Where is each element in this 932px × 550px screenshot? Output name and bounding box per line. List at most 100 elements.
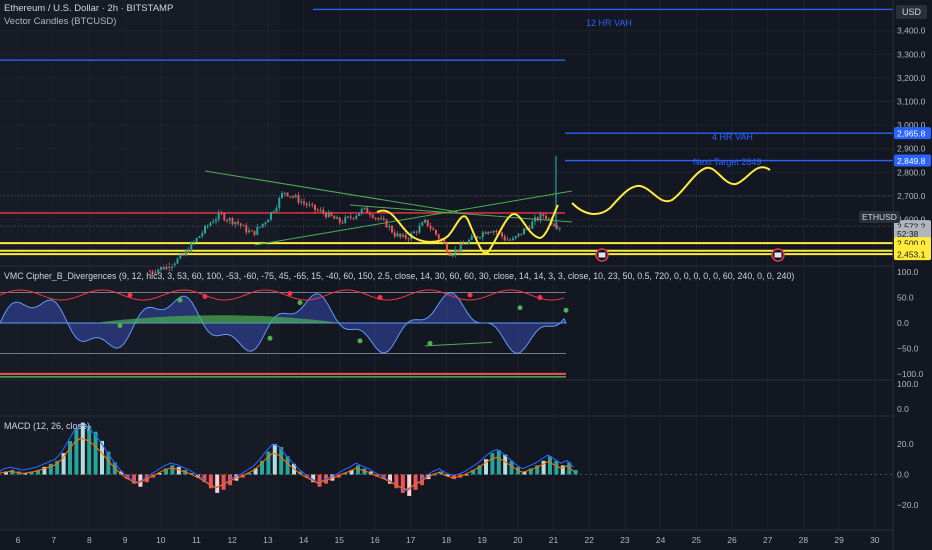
macd-histogram-bar xyxy=(413,474,418,490)
candle-body xyxy=(204,225,206,234)
time-tick-label: 19 xyxy=(477,535,487,545)
candle-body xyxy=(311,204,314,206)
candle-body xyxy=(437,234,440,239)
candle-body xyxy=(418,225,421,233)
candle-body xyxy=(179,254,182,259)
vmc-dot xyxy=(287,290,293,296)
candle-body xyxy=(520,233,523,235)
candle-body xyxy=(281,193,283,198)
candle-body xyxy=(173,263,176,266)
vmc-dot xyxy=(177,297,183,303)
macd-histogram-bar xyxy=(503,454,508,475)
currency-button[interactable]: USD xyxy=(896,5,928,19)
vmc-dot xyxy=(517,305,523,311)
candle-body xyxy=(176,258,179,264)
candle-body xyxy=(300,201,303,203)
candle-body xyxy=(344,217,347,223)
macd-tick-label: −20.0 xyxy=(897,500,919,510)
price-tag-label[interactable]: 2,849.8 xyxy=(897,156,926,166)
candle-body xyxy=(468,239,470,244)
price-axis[interactable]: 3,400.03,300.03,200.03,100.03,000.02,900… xyxy=(892,0,932,550)
macd-histogram-bar xyxy=(272,443,277,475)
price-tick-label: 3,400.0 xyxy=(897,26,926,36)
candle-body xyxy=(426,219,429,227)
price-tick-label: 3,300.0 xyxy=(897,49,926,59)
candle-body xyxy=(407,238,410,240)
candle-body xyxy=(388,226,391,228)
us-flag-icon-body xyxy=(774,252,782,258)
candle-body xyxy=(382,218,385,220)
vmc-dot xyxy=(467,292,473,298)
vector-candles-indicator-label[interactable]: Vector Candles (BTCUSD) xyxy=(4,16,116,27)
candle-body xyxy=(267,219,270,223)
time-tick-label: 21 xyxy=(549,535,559,545)
candle-body xyxy=(193,241,195,243)
vmc-tick-label: 50.0 xyxy=(897,293,914,303)
candle-body xyxy=(404,234,407,239)
session-shade xyxy=(0,0,280,530)
candle-body xyxy=(184,250,187,256)
candle-body xyxy=(289,196,292,198)
vmc-tick-label: 100.0 xyxy=(897,267,919,277)
candle-body xyxy=(369,213,371,215)
candle-body xyxy=(212,221,215,223)
macd-indicator-title[interactable]: MACD (12, 26, close) xyxy=(4,421,90,431)
price-tick-label: 3,200.0 xyxy=(897,73,926,83)
macd-histogram-bar xyxy=(74,428,79,475)
candle-body xyxy=(198,236,201,238)
candle-body xyxy=(396,233,399,237)
candle-body xyxy=(492,231,495,233)
candle-body xyxy=(226,220,228,222)
time-tick-label: 25 xyxy=(692,535,702,545)
candle-body xyxy=(547,218,550,220)
candle-body xyxy=(421,222,424,226)
candle-body xyxy=(534,217,536,222)
candle-body xyxy=(355,215,358,219)
candle-body xyxy=(514,236,517,239)
candle-body xyxy=(371,214,374,218)
vmc-indicator-title[interactable]: VMC Cipher_B_Divergences (9, 12, hlc3, 3… xyxy=(4,271,884,281)
candle-body xyxy=(253,230,256,235)
candle-body xyxy=(415,231,418,233)
vmc-dot xyxy=(267,335,273,341)
price-tag-label[interactable]: 2,965.8 xyxy=(897,129,926,139)
candle-body xyxy=(457,249,459,252)
macd-tick-label: 0.0 xyxy=(897,470,909,480)
candle-body xyxy=(363,207,366,209)
symbol-title[interactable]: Ethereum / U.S. Dollar · 2h · BITSTAMP xyxy=(4,3,173,14)
candle-body xyxy=(336,217,338,219)
symbol-price-tag[interactable]: ETHUSD xyxy=(859,211,900,223)
candle-body xyxy=(358,213,360,216)
vmc-dot xyxy=(563,307,569,313)
candle-body xyxy=(432,228,435,230)
macd-histogram-bar xyxy=(215,474,220,493)
candle-body xyxy=(239,223,242,226)
candle-body xyxy=(305,203,308,206)
candle-body xyxy=(553,224,556,227)
candle-body xyxy=(330,212,333,217)
candle-body xyxy=(283,192,286,194)
vmc-tick-label: 0.0 xyxy=(897,318,909,328)
candle-body xyxy=(451,254,454,256)
level-label-4hr-vah: 4 HR VAH xyxy=(712,132,753,142)
candle-body xyxy=(413,231,415,234)
candle-body xyxy=(385,219,388,228)
candle-body xyxy=(187,250,190,252)
level-label-12hr-vah: 12 HR VAH xyxy=(586,18,632,28)
candle-body xyxy=(459,243,462,252)
candle-body xyxy=(454,249,457,255)
candle-body xyxy=(509,239,512,241)
price-tag-label[interactable]: 2,453.1 xyxy=(897,250,926,260)
vmc-dot xyxy=(357,338,363,344)
vmc-dot xyxy=(537,295,543,301)
candle-body xyxy=(523,228,525,235)
vmc-dot xyxy=(202,294,208,300)
candle-body xyxy=(506,239,509,241)
pane-tick-label: 100.0 xyxy=(897,379,919,389)
macd-histogram-bar xyxy=(170,465,175,475)
candle-body xyxy=(484,232,487,234)
candle-body xyxy=(429,226,432,229)
pane-tick-label: 0.0 xyxy=(897,404,909,414)
candle-body xyxy=(349,216,352,218)
time-tick-label: 23 xyxy=(620,535,630,545)
